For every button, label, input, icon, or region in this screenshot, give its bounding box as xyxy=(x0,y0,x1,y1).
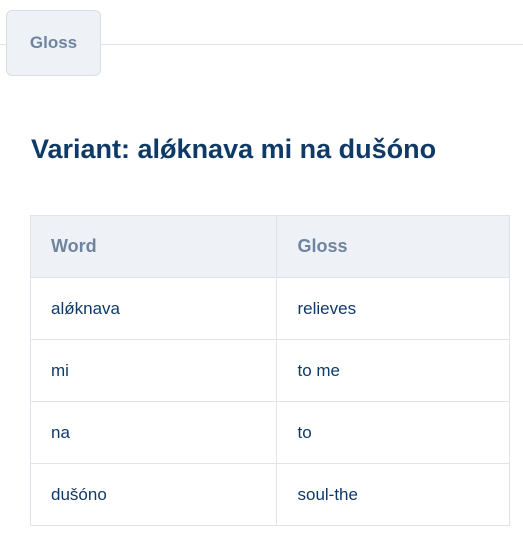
table-header-row: Word Gloss xyxy=(29,215,510,278)
word-cell: mi xyxy=(29,339,278,402)
table-row: mi to me xyxy=(29,339,510,402)
gloss-table: Word Gloss alǿknava relieves mi to me na… xyxy=(29,215,510,526)
gloss-cell: to xyxy=(276,401,510,464)
column-header-word: Word xyxy=(29,215,278,278)
table-row: na to xyxy=(29,401,510,464)
word-cell: dušóno xyxy=(29,463,278,526)
gloss-cell: soul-the xyxy=(276,463,510,526)
gloss-cell: to me xyxy=(276,339,510,402)
table-row: dušóno soul-the xyxy=(29,463,510,526)
tab-gloss-label: Gloss xyxy=(29,33,78,52)
column-header-gloss: Gloss xyxy=(276,215,510,278)
tab-bar: Gloss xyxy=(0,0,523,80)
tab-gloss[interactable]: Gloss xyxy=(6,10,101,76)
word-cell: na xyxy=(29,401,278,464)
table-row: alǿknava relieves xyxy=(29,277,510,340)
page-title: Variant: alǿknava mi na dušóno xyxy=(31,134,437,164)
gloss-cell: relieves xyxy=(276,277,510,340)
word-cell: alǿknava xyxy=(29,277,278,340)
